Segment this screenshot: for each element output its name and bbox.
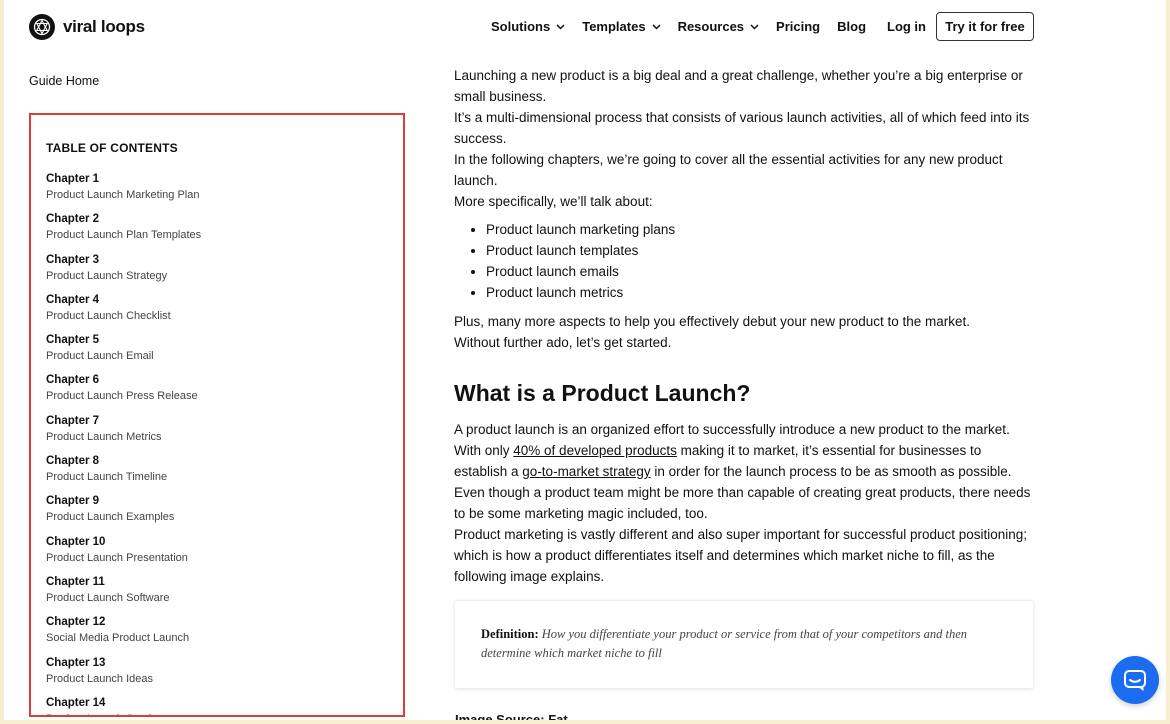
login-link[interactable]: Log in: [887, 19, 926, 34]
chapter-title: Product Launch Checklist: [46, 309, 171, 322]
nav-templates[interactable]: Templates: [582, 19, 661, 34]
chapter-number: Chapter 9: [46, 495, 100, 508]
toc-chapter-2[interactable]: Chapter 2 Product Launch Plan Templates: [46, 212, 201, 252]
toc-chapter-4[interactable]: Chapter 4 Product Launch Checklist: [46, 293, 201, 333]
definition-text: Definition: How you differentiate your p…: [481, 625, 1011, 663]
definition-label: Definition:: [481, 627, 539, 641]
chapter-number: Chapter 6: [46, 374, 100, 387]
intro-paragraph: More specifically, we’ll talk about:: [454, 194, 653, 209]
article: Launching a new product is a big deal an…: [454, 65, 1036, 587]
chapter-title: Product Launch Metrics: [46, 430, 162, 443]
list-item: Product launch templates: [486, 240, 1036, 261]
nav-label: Solutions: [491, 19, 551, 34]
body-paragraph: A product launch is an organized effort …: [454, 422, 1010, 437]
nav-resources[interactable]: Resources: [678, 19, 759, 34]
brand-name: viral loops: [63, 17, 145, 36]
chapter-title: Product Launch Email: [46, 350, 154, 363]
toc-chapter-6[interactable]: Chapter 6 Product Launch Press Release: [46, 373, 201, 413]
nav-label: Blog: [837, 19, 867, 34]
go-to-market-link[interactable]: go-to-market strategy: [522, 464, 650, 479]
chapter-number: Chapter 8: [46, 455, 100, 468]
table-of-contents: TABLE OF CONTENTS Chapter 1 Product Launc…: [29, 113, 405, 717]
nav-label: Templates: [582, 19, 646, 34]
chevron-down-icon: [652, 23, 661, 30]
toc-chapter-13[interactable]: Chapter 13 Product Launch Ideas: [46, 656, 201, 696]
nav-solutions[interactable]: Solutions: [491, 19, 565, 34]
chapter-number: Chapter 2: [46, 213, 100, 226]
chapter-number: Chapter 10: [46, 535, 106, 548]
nav-blog[interactable]: Blog: [837, 19, 866, 34]
chat-icon: [1124, 670, 1146, 691]
nav-label: Pricing: [776, 19, 821, 34]
toc-chapter-12[interactable]: Chapter 12 Social Media Product Launch: [46, 615, 201, 655]
chat-button[interactable]: [1111, 656, 1159, 704]
chapter-title: Product Launch Strategy: [46, 269, 168, 282]
list-item: Product launch metrics: [486, 282, 1036, 303]
chapter-number: Chapter 7: [46, 414, 100, 427]
chapter-number: Chapter 14: [46, 696, 106, 709]
toc-chapter-1[interactable]: Chapter 1 Product Launch Marketing Plan: [46, 172, 201, 212]
outro-paragraph: Plus, many more aspects to help you effe…: [454, 314, 971, 329]
text-span: With only: [454, 443, 514, 458]
outro-paragraph: Without further ado, let’s get started.: [454, 335, 672, 350]
toc-title: TABLE OF CONTENTS: [46, 141, 178, 155]
intro-paragraph: In the following chapters, we’re going t…: [454, 152, 1003, 188]
definition-card: Definition: How you differentiate your p…: [455, 600, 1033, 688]
toc-chapter-11[interactable]: Chapter 11 Product Launch Software: [46, 575, 201, 615]
chapter-number: Chapter 13: [46, 656, 106, 669]
definition-body: How you differentiate your product or se…: [481, 627, 968, 660]
chapter-title: Product Launch Marketing Plan: [46, 189, 200, 201]
toc-chapter-8[interactable]: Chapter 8 Product Launch Timeline: [46, 454, 201, 494]
chapter-title: Product Launch Plan Templates: [46, 229, 202, 242]
brand-logo[interactable]: viral loops: [29, 14, 145, 40]
toc-chapter-5[interactable]: Chapter 5 Product Launch Email: [46, 333, 201, 373]
text-span: in order for the launch process to be as…: [650, 464, 1012, 479]
list-item: Product launch emails: [486, 261, 1036, 282]
section-heading: What is a Product Launch?: [454, 380, 751, 406]
intro-paragraph: It’s a multi-dimensional process that co…: [454, 110, 1030, 146]
chapter-title: Product Launch Examples: [46, 511, 175, 524]
logo-icon: [29, 14, 55, 40]
developed-products-link[interactable]: 40% of developed products: [513, 443, 677, 458]
chapter-title: Product Launch Press Release: [46, 390, 198, 403]
main-nav: Solutions Templates Resources Pricing Bl…: [491, 19, 883, 34]
topics-list: Product launch marketing plans Product l…: [454, 219, 1036, 303]
chapter-number: Chapter 1: [46, 173, 100, 185]
chapter-number: Chapter 11: [46, 575, 105, 588]
page: viral loops Solutions Templates Resource…: [4, 0, 1166, 720]
try-free-button[interactable]: Try it for free: [936, 12, 1034, 41]
chevron-down-icon: [556, 23, 565, 30]
chapter-title: Product Launch Ideas: [46, 672, 154, 685]
chapter-title: Product Launch Timeline: [46, 471, 168, 484]
chapter-number: Chapter 12: [46, 616, 106, 629]
body-paragraph: Product marketing is vastly different an…: [454, 527, 1028, 584]
nav-pricing[interactable]: Pricing: [776, 19, 820, 34]
body-paragraph: With only 40% of developed products maki…: [454, 440, 1036, 482]
intro-paragraph: Launching a new product is a big deal an…: [454, 68, 1023, 104]
toc-chapter-10[interactable]: Chapter 10 Product Launch Presentation: [46, 535, 201, 575]
chapter-title: Product Launch Services: [46, 711, 201, 715]
toc-chapter-7[interactable]: Chapter 7 Product Launch Metrics: [46, 414, 201, 454]
toc-chapter-3[interactable]: Chapter 3 Product Launch Strategy: [46, 253, 201, 293]
nav-label: Resources: [677, 19, 745, 34]
toc-chapter-9[interactable]: Chapter 9 Product Launch Examples: [46, 494, 201, 534]
chapter-number: Chapter 4: [46, 293, 100, 306]
chevron-down-icon: [750, 23, 759, 30]
guide-home-link[interactable]: Guide Home: [29, 74, 99, 88]
toc-chapter-14[interactable]: Chapter 14 Product Launch Services: [46, 696, 201, 715]
list-item: Product launch marketing plans: [486, 219, 1036, 240]
chapter-title: Product Launch Presentation: [46, 551, 188, 564]
chapter-number: Chapter 3: [46, 253, 100, 266]
chapter-title: Product Launch Software: [46, 591, 170, 604]
body-paragraph: Even though a product team might be more…: [454, 485, 1031, 521]
chapter-title: Social Media Product Launch: [46, 632, 190, 645]
chapter-number: Chapter 5: [46, 334, 100, 347]
toc-list: Chapter 1 Product Launch Marketing Plan Ch…: [46, 172, 201, 715]
image-source-caption: Image Source: Fat...: [455, 712, 579, 720]
